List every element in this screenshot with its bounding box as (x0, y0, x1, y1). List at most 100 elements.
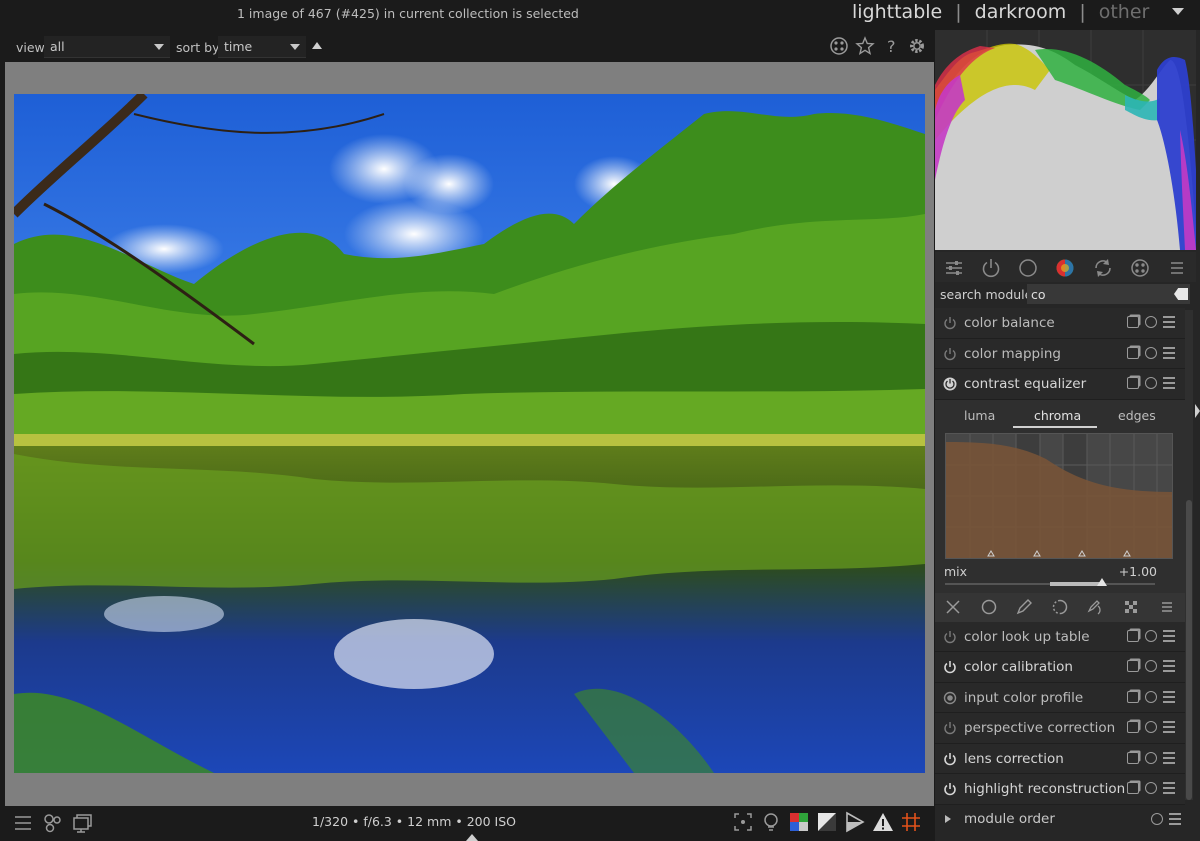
view-other[interactable]: other (1099, 1, 1150, 23)
reset-icon[interactable] (1145, 316, 1157, 328)
module-search: search module (935, 282, 1196, 306)
power-icon[interactable] (943, 316, 957, 330)
second-window-icon[interactable] (72, 812, 94, 834)
blend-drawn-parametric-icon[interactable] (1087, 598, 1105, 616)
chevron-down-icon[interactable] (1172, 8, 1184, 15)
blend-drawn-icon[interactable] (1015, 598, 1033, 616)
module-input-color-profile[interactable]: input color profile (935, 682, 1185, 713)
histogram[interactable] (935, 30, 1196, 250)
view-lighttable[interactable]: lighttable (852, 1, 942, 23)
gamut-check-icon[interactable] (816, 811, 838, 833)
base-icon[interactable] (1017, 257, 1039, 279)
bottom-panel-toggle-icon[interactable] (466, 834, 478, 841)
correct-icon[interactable] (1092, 257, 1114, 279)
presets-menu-icon[interactable] (1163, 751, 1175, 764)
presets-menu-icon[interactable] (1163, 660, 1175, 672)
reset-icon[interactable] (1145, 660, 1157, 672)
multi-instance-icon[interactable] (1127, 346, 1139, 359)
star-icon[interactable] (855, 36, 875, 56)
clipping-warning-icon[interactable] (872, 811, 894, 833)
presets-menu-icon[interactable] (1163, 721, 1175, 733)
view-filter-select[interactable]: all (44, 36, 170, 58)
reset-icon[interactable] (1145, 721, 1157, 733)
sort-ascending-icon[interactable] (312, 42, 322, 49)
quick-access-icon[interactable] (943, 257, 965, 279)
power-icon[interactable] (943, 347, 957, 361)
reset-icon[interactable] (1145, 690, 1157, 703)
presets-menu-icon[interactable] (1163, 316, 1175, 328)
focus-peaking-icon[interactable] (732, 811, 754, 833)
lightbulb-icon[interactable] (760, 811, 782, 833)
blend-off-icon[interactable] (944, 598, 962, 616)
module-color-balance[interactable]: color balance (935, 308, 1185, 339)
power-icon[interactable] (943, 782, 957, 796)
equalizer-curve-graph[interactable] (945, 432, 1173, 559)
reset-icon[interactable] (1145, 751, 1157, 764)
reset-icon[interactable] (1145, 377, 1157, 389)
module-perspective-correction[interactable]: perspective correction (935, 713, 1185, 744)
expand-arrow-icon[interactable] (945, 815, 951, 823)
collapse-right-panel-icon[interactable] (1195, 404, 1200, 418)
presets-menu-icon[interactable] (1163, 629, 1175, 642)
module-color-look-up-table[interactable]: color look up table (935, 621, 1185, 652)
mix-label: mix (944, 563, 968, 579)
menu-icon[interactable] (1158, 598, 1176, 616)
presets-menu-icon[interactable] (1163, 377, 1175, 389)
module-lens-correction[interactable]: lens correction (935, 743, 1185, 774)
raw-overexposed-icon[interactable] (844, 811, 866, 833)
reset-icon[interactable] (1145, 782, 1157, 794)
presets-menu-icon[interactable] (1163, 690, 1175, 703)
reset-icon[interactable] (1145, 346, 1157, 359)
power-icon[interactable] (943, 660, 957, 674)
power-icon[interactable] (943, 630, 957, 644)
multi-instance-icon[interactable] (1127, 629, 1139, 642)
scrollbar-thumb[interactable] (1186, 500, 1192, 800)
module-order-section[interactable]: module order (935, 804, 1185, 834)
multi-instance-icon[interactable] (1127, 751, 1139, 764)
search-module-input[interactable] (1027, 284, 1190, 304)
module-name: contrast equalizer (964, 376, 1087, 392)
softproof-icon[interactable] (788, 811, 810, 833)
help-icon[interactable]: ? (881, 36, 901, 56)
multi-instance-icon[interactable] (1127, 690, 1139, 703)
multi-instance-icon[interactable] (1127, 316, 1139, 328)
blend-parametric-icon[interactable] (1051, 598, 1069, 616)
effect-icon[interactable] (1129, 257, 1151, 279)
color-icon[interactable] (1054, 257, 1076, 279)
module-color-calibration[interactable]: color calibration (935, 652, 1185, 683)
tab-luma[interactable]: luma (964, 408, 995, 423)
power-icon[interactable] (943, 377, 957, 391)
active-modules-icon[interactable] (980, 257, 1002, 279)
gear-icon[interactable] (907, 36, 927, 56)
module-color-mapping[interactable]: color mapping (935, 338, 1185, 369)
blend-raster-icon[interactable] (1122, 598, 1140, 616)
multi-instance-icon[interactable] (1127, 660, 1139, 672)
edited-photo[interactable] (14, 94, 925, 773)
module-name: highlight reconstruction (964, 781, 1126, 797)
grouping-icon[interactable] (829, 36, 849, 56)
multi-instance-icon[interactable] (1127, 377, 1139, 389)
presets-menu-icon[interactable] (1169, 813, 1181, 825)
presets-menu-icon[interactable] (1163, 346, 1175, 359)
blend-uniform-icon[interactable] (980, 598, 998, 616)
module-list: color balance color mapping contrast equ… (935, 308, 1185, 805)
styles-icon[interactable] (42, 812, 64, 834)
tab-chroma[interactable]: chroma (1034, 408, 1081, 423)
reset-icon[interactable] (1151, 813, 1163, 825)
reset-icon[interactable] (1145, 629, 1157, 642)
module-highlight-reconstruction[interactable]: highlight reconstruction (935, 774, 1185, 805)
tab-edges[interactable]: edges (1118, 408, 1156, 423)
view-darkroom[interactable]: darkroom (975, 1, 1067, 23)
multi-instance-icon[interactable] (1127, 782, 1139, 794)
presets-icon[interactable] (12, 812, 34, 834)
guides-icon[interactable] (900, 811, 922, 833)
mix-slider-thumb[interactable] (1097, 577, 1107, 586)
power-icon[interactable] (943, 721, 957, 735)
menu-icon[interactable] (1166, 257, 1188, 279)
module-order-label: module order (964, 811, 1055, 827)
multi-instance-icon[interactable] (1127, 721, 1139, 733)
sort-select[interactable]: time (218, 36, 306, 58)
module-contrast-equalizer[interactable]: contrast equalizer (935, 369, 1185, 400)
presets-menu-icon[interactable] (1163, 782, 1175, 794)
power-icon[interactable] (943, 752, 957, 766)
